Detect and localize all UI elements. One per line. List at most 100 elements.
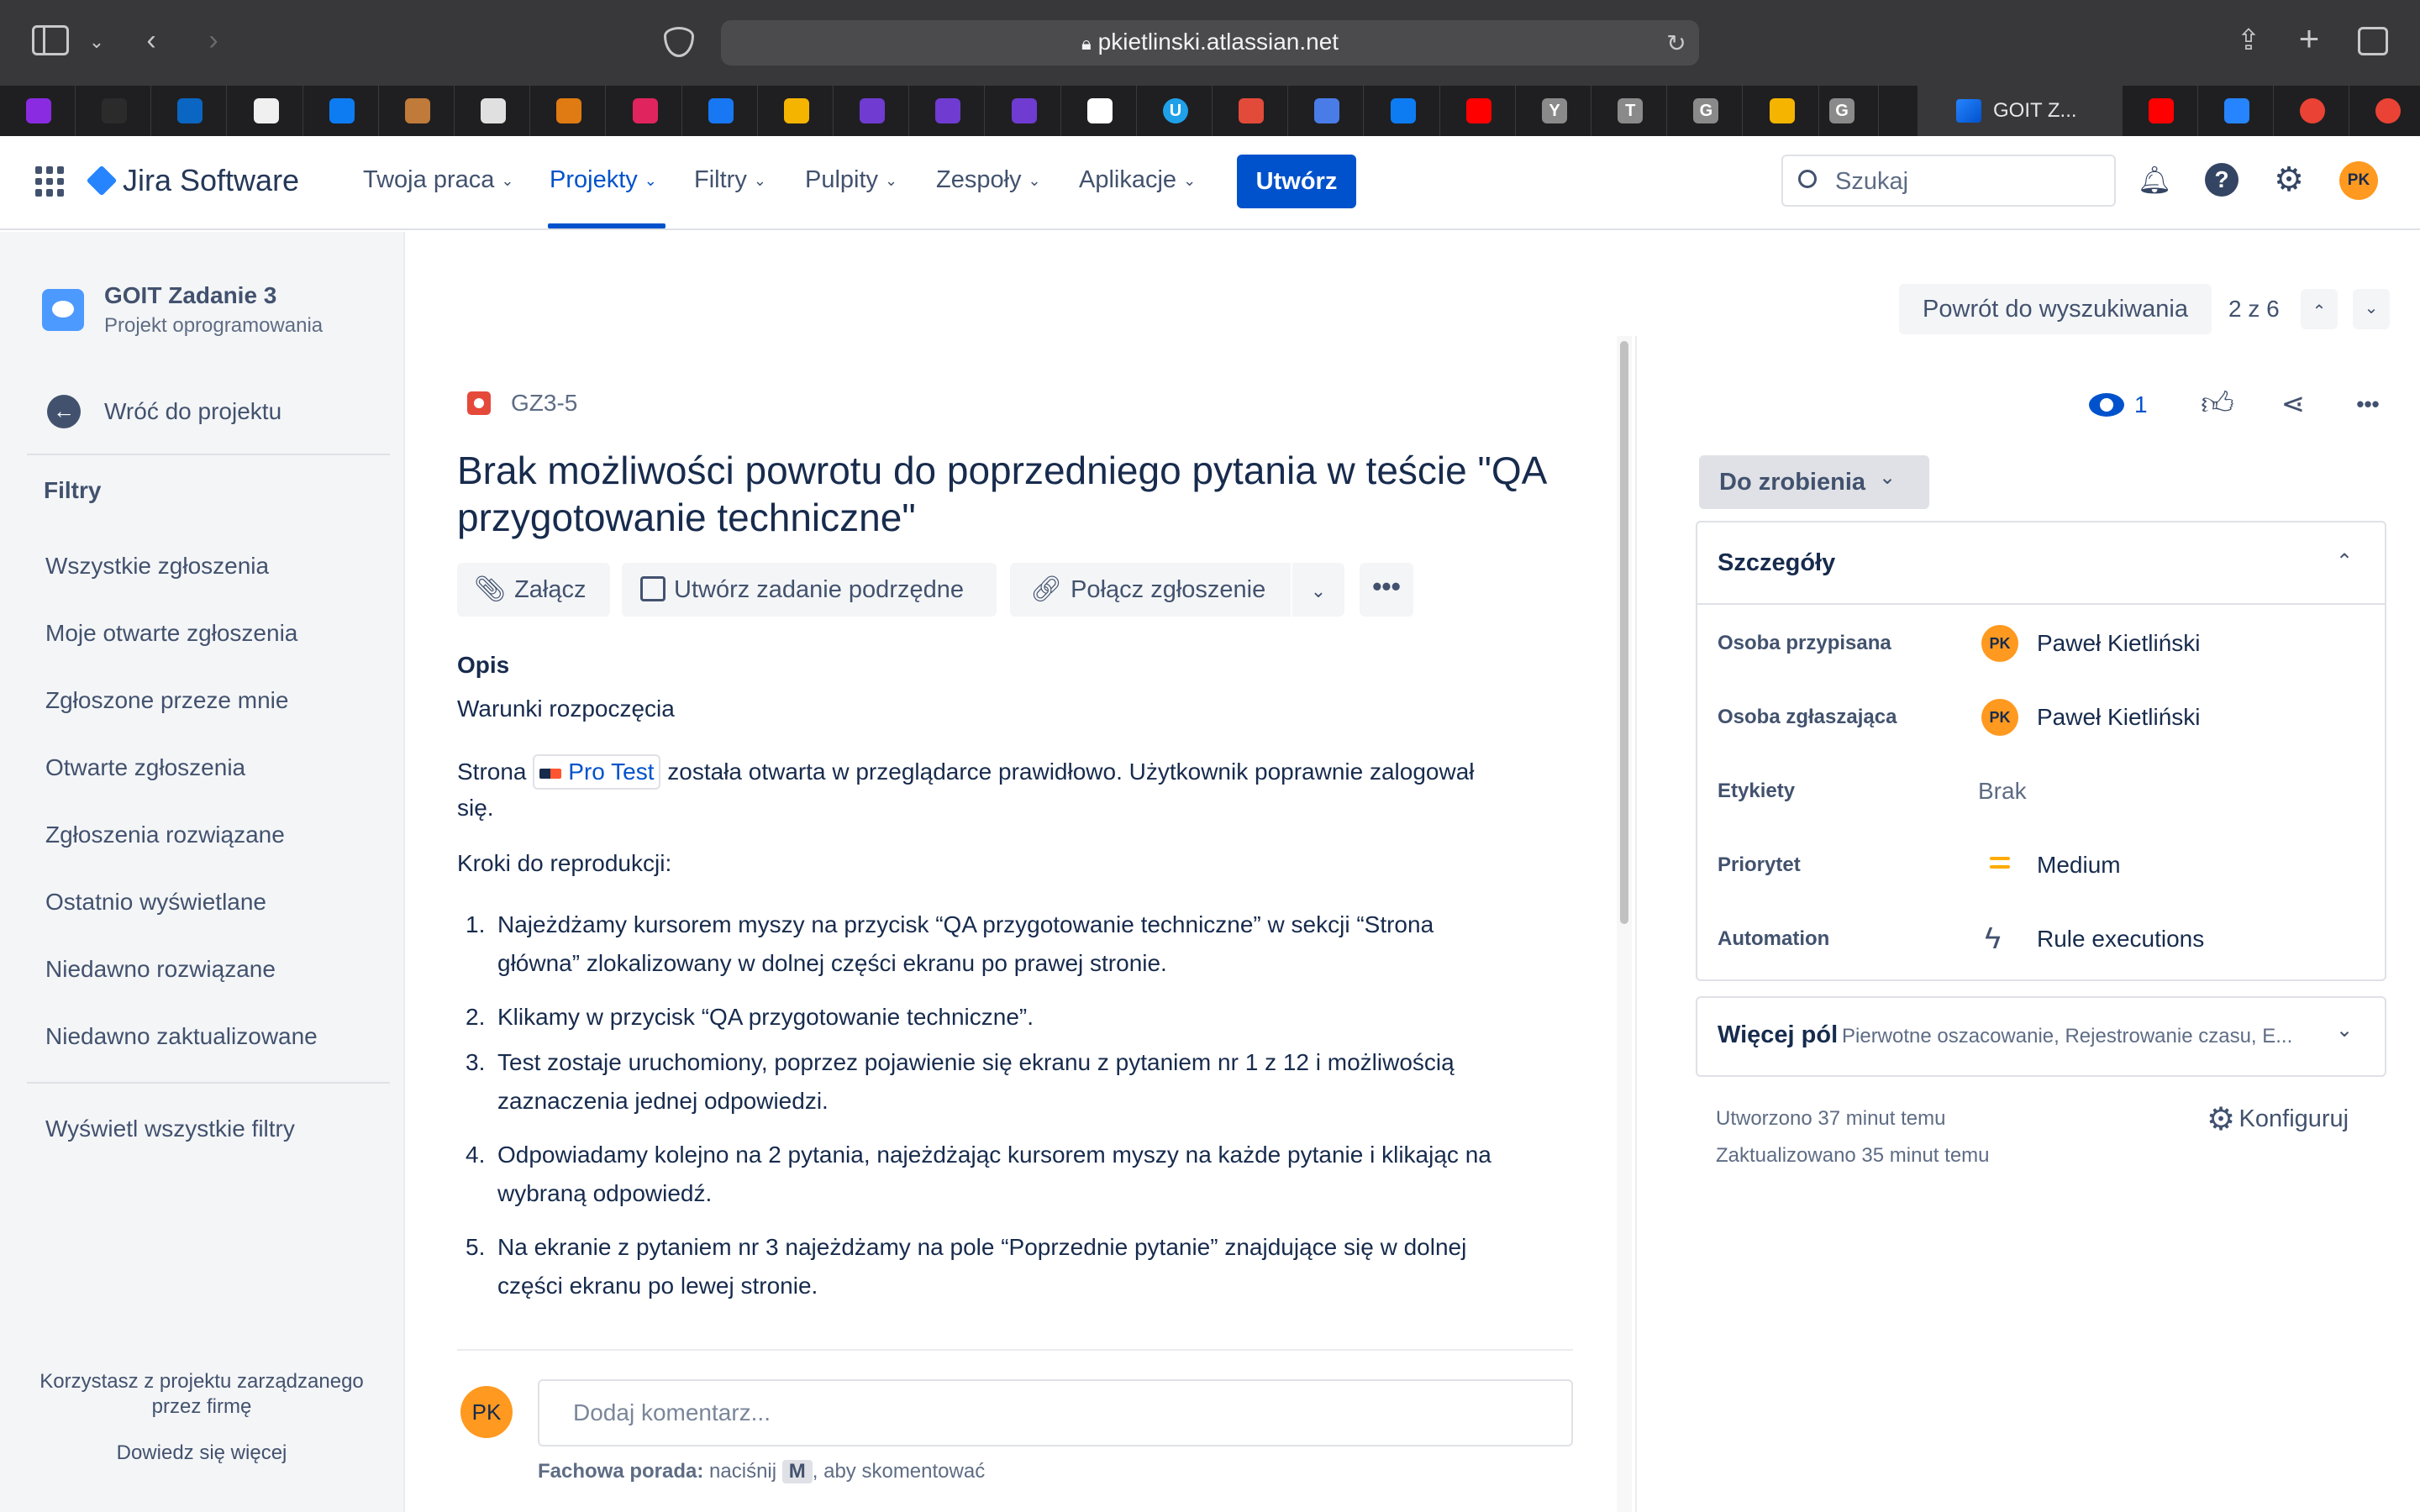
pro-test-smartlink[interactable]: Pro Test (533, 754, 661, 790)
app-switcher-icon[interactable] (35, 166, 66, 197)
pinned-tab[interactable] (379, 86, 455, 136)
pinned-tab[interactable] (530, 86, 607, 136)
project-name[interactable]: GOIT Zadanie 3 (104, 282, 276, 309)
link-issue-dropdown[interactable]: ⌄ (1292, 563, 1344, 617)
back-arrow-icon[interactable]: ‹ (136, 24, 166, 57)
back-to-search-button[interactable]: Powrót do wyszukiwania (1899, 284, 2212, 334)
labels-value[interactable]: Brak (1978, 778, 2027, 805)
pinned-tab[interactable] (607, 86, 682, 136)
active-tab[interactable]: GOIT Z... (1918, 86, 2123, 136)
pinned-tab[interactable] (0, 86, 76, 136)
filter-my-open-issues[interactable]: Moje otwarte zgłoszenia (45, 620, 297, 647)
share-icon[interactable]: ⇪ (2232, 24, 2265, 57)
previous-issue-button[interactable]: ⌃ (2301, 289, 2338, 329)
pinned-tab[interactable] (151, 86, 228, 136)
nav-apps[interactable]: Aplikacje ⌄ (1079, 166, 1196, 194)
help-icon[interactable]: ? (2202, 160, 2242, 200)
filter-all-issues[interactable]: Wszystkie zgłoszenia (45, 553, 269, 580)
filter-recently-resolved[interactable]: Niedawno rozwiązane (45, 956, 276, 983)
next-issue-button[interactable]: ⌄ (2353, 289, 2390, 329)
pinned-tab[interactable] (1213, 86, 1289, 136)
nav-teams[interactable]: Zespoły ⌄ (936, 166, 1041, 194)
active-tab-label: GOIT Z... (1993, 99, 2077, 122)
automation-label: Automation (1718, 927, 1830, 950)
pinned-tab[interactable] (2274, 86, 2349, 136)
more-options-icon[interactable]: ••• (2344, 383, 2391, 425)
pinned-tab[interactable] (455, 86, 531, 136)
details-header[interactable]: Szczegóły ⌃ (1697, 522, 2385, 605)
address-bar[interactable]: 🔒︎ pkietlinski.atlassian.net ↻ (721, 20, 1699, 66)
pinned-tab[interactable] (909, 86, 986, 136)
google-icon (2300, 98, 2325, 123)
pinned-tab[interactable] (1440, 86, 1516, 136)
filter-recently-updated[interactable]: Niedawno zaktualizowane (45, 1023, 318, 1050)
nav-projects[interactable]: Projekty ⌄ (550, 166, 657, 194)
status-dropdown[interactable]: Do zrobienia ⌄ (1699, 455, 1929, 509)
filter-recently-viewed[interactable]: Ostatnio wyświetlane (45, 889, 266, 916)
nav-filters[interactable]: Filtry ⌄ (694, 166, 766, 194)
jira-logo[interactable]: Jira Software (86, 163, 299, 200)
pinned-tab[interactable] (758, 86, 834, 136)
chevron-down-icon[interactable]: ⌄ (84, 25, 109, 59)
pinned-tab[interactable] (1288, 86, 1365, 136)
nav-dashboards[interactable]: Pulpity ⌄ (805, 166, 897, 194)
forward-arrow-icon[interactable]: › (198, 24, 229, 57)
priority-value[interactable]: Medium (2037, 852, 2121, 879)
divider (27, 454, 390, 455)
filter-open-issues[interactable]: Otwarte zgłoszenia (45, 754, 245, 781)
pinned-tab[interactable] (834, 86, 910, 136)
pinned-tab[interactable] (303, 86, 379, 136)
profile-avatar[interactable]: PK (2339, 161, 2378, 200)
scrollbar-thumb[interactable] (1620, 341, 1628, 924)
chevron-down-icon: ⌄ (885, 171, 898, 189)
link-issue-button[interactable]: 🔗︎ Połącz zgłoszenie (1010, 563, 1291, 617)
pinned-tab[interactable] (76, 86, 152, 136)
nav-your-work[interactable]: Twoja praca ⌄ (363, 166, 513, 194)
vote-thumbs-up-icon[interactable]: 👍︎ (2196, 383, 2238, 425)
comment-input[interactable]: Dodaj komentarz... (538, 1379, 1573, 1446)
attach-button[interactable]: 📎︎ Załącz (457, 563, 610, 617)
pinned-tab[interactable] (986, 86, 1061, 136)
pinned-tab[interactable]: U (1137, 86, 1213, 136)
settings-gear-icon[interactable]: ⚙ (2269, 160, 2309, 200)
chevron-up-icon: ⌃ (2336, 550, 2354, 573)
more-fields-panel[interactable]: Więcej pól Pierwotne oszacowanie, Rejest… (1696, 996, 2386, 1077)
issue-key-link[interactable]: GZ3-5 (511, 390, 577, 417)
reporter-value[interactable]: Paweł Kietliński (2037, 704, 2201, 731)
pinned-tab[interactable] (1365, 86, 1440, 136)
sidebar-toggle-icon[interactable] (32, 25, 69, 55)
pinned-tab[interactable] (228, 86, 303, 136)
shield-icon[interactable] (664, 27, 694, 57)
pinned-tab[interactable]: T (1591, 86, 1668, 136)
automation-value[interactable]: Rule executions (2037, 926, 2204, 953)
pinned-tab[interactable] (2123, 86, 2198, 136)
view-all-filters-link[interactable]: Wyświetl wszystkie filtry (45, 1116, 295, 1142)
pinned-tab[interactable] (1061, 86, 1137, 136)
pinned-tab[interactable]: G (1667, 86, 1744, 136)
pinned-tab[interactable]: Y (1516, 86, 1591, 136)
pinned-tab[interactable] (2349, 86, 2420, 136)
filter-reported-by-me[interactable]: Zgłoszone przeze mnie (45, 687, 288, 714)
chevron-down-icon: ⌄ (2364, 299, 2379, 318)
watch-button[interactable]: 1 (2082, 385, 2158, 427)
learn-more-link[interactable]: Dowiedz się więcej (0, 1441, 403, 1465)
back-to-project-link[interactable]: ← Wróć do projektu (47, 393, 383, 430)
filter-resolved-issues[interactable]: Zgłoszenia rozwiązane (45, 822, 285, 848)
issue-title[interactable]: Brak możliwości powrotu do poprzedniego … (457, 447, 1547, 541)
search-input[interactable]: Szukaj (1781, 155, 2116, 207)
pinned-tab[interactable]: G (1803, 86, 1879, 136)
reload-icon[interactable]: ↻ (1664, 27, 1689, 60)
nav-label: Twoja praca (363, 166, 495, 193)
pinned-tab[interactable] (2198, 86, 2274, 136)
create-subtask-button[interactable]: Utwórz zadanie podrzędne (622, 563, 997, 617)
tab-overview-icon[interactable] (2358, 27, 2388, 55)
more-actions-button[interactable]: ••• (1360, 563, 1413, 617)
pinned-tab[interactable] (682, 86, 758, 136)
create-button[interactable]: Utwórz (1237, 155, 1356, 208)
notifications-bell-icon[interactable]: 🔔︎ (2134, 160, 2175, 200)
share-icon[interactable]: ⋖ (2272, 383, 2314, 425)
jira-logo-icon (86, 165, 118, 197)
new-tab-icon[interactable]: + (2292, 21, 2326, 56)
configure-button[interactable]: ⚙ Konfiguruj (2207, 1100, 2349, 1142)
assignee-value[interactable]: Paweł Kietliński (2037, 630, 2201, 657)
